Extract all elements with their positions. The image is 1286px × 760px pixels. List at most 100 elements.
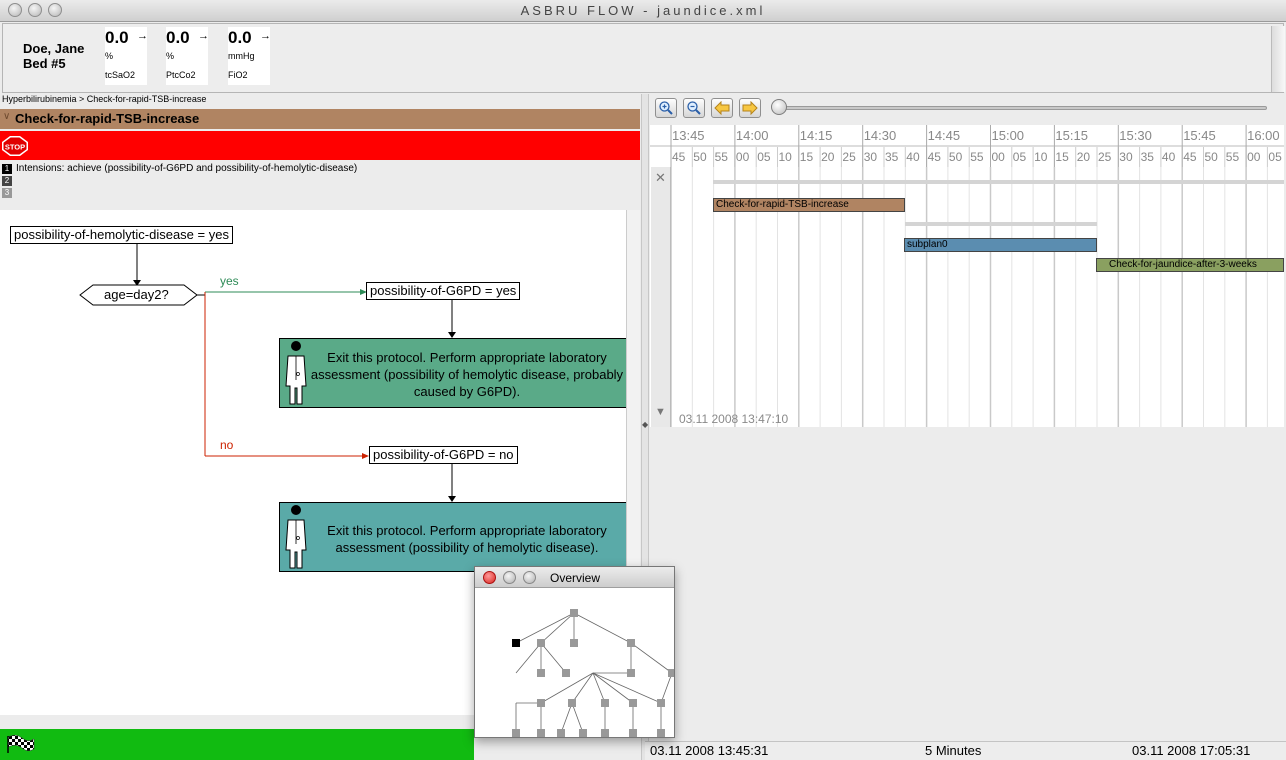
step-badge-1[interactable]: 1 (2, 164, 12, 174)
timeline-minute-label: 05 (1268, 150, 1282, 164)
header-scrollbar[interactable] (1271, 26, 1285, 92)
divider-grip-icon[interactable]: ◆ (642, 420, 648, 429)
start-condition[interactable]: possibility-of-hemolytic-disease = yes (10, 226, 233, 244)
timeline-minute-label: 50 (693, 150, 707, 164)
stop-bar (0, 131, 640, 160)
zoom-out-icon (687, 101, 701, 115)
zoom-out-button[interactable] (683, 98, 705, 118)
overview-close-button[interactable] (483, 571, 496, 584)
vital-value: 0.0 (166, 28, 190, 47)
close-icon[interactable]: ✕ (655, 170, 666, 186)
time-slider-knob[interactable] (771, 99, 787, 115)
no-condition[interactable]: possibility-of-G6PD = no (369, 446, 518, 464)
timeline-minute-label: 40 (906, 150, 920, 164)
timeline-minute-label: 45 (672, 150, 686, 164)
status-end-time: 03.11 2008 17:05:31 (1132, 743, 1251, 758)
no-action-node[interactable]: Exit this protocol. Perform appropriate … (279, 502, 627, 572)
timeline-hour-label: 14:15 (800, 128, 833, 143)
breadcrumb[interactable]: Hyperbilirubinemia > Check-for-rapid-TSB… (2, 94, 206, 104)
collapse-toggle-icon[interactable]: ∨ (3, 111, 10, 122)
stop-sign-icon[interactable]: STOP (2, 136, 28, 156)
timeline-minute-label: 55 (715, 150, 729, 164)
vital-name: tcSaO2 (105, 70, 136, 80)
finish-bar (0, 729, 474, 760)
patient-info: Doe, Jane Bed #5 (23, 41, 84, 71)
overview-title: Overview (550, 571, 601, 585)
timeline-hour-label: 15:30 (1119, 128, 1152, 143)
vital-value: 0.0 (228, 28, 252, 47)
forward-button[interactable] (739, 98, 761, 118)
vital-unit: % (166, 51, 175, 61)
overview-minimize-button[interactable] (503, 571, 516, 584)
timeline-hour-label: 15:45 (1183, 128, 1216, 143)
timeline-scrollbar[interactable] (651, 167, 671, 427)
timeline-minute-label: 35 (1141, 150, 1155, 164)
timeline-empty-area (650, 427, 1284, 742)
plan-title: Check-for-rapid-TSB-increase (15, 111, 200, 126)
timeline-minute-label: 05 (1013, 150, 1027, 164)
vital-unit: % (105, 51, 114, 61)
yes-action-node[interactable]: Exit this protocol. Perform appropriate … (279, 338, 627, 408)
physician-icon (285, 505, 307, 569)
timeline-bar-subplan0[interactable]: subplan0 (904, 238, 1097, 252)
timeline-minute-label: 05 (757, 150, 771, 164)
patient-name: Doe, Jane (23, 41, 85, 56)
timeline-minute-label: 00 (736, 150, 750, 164)
timeline-minute-label: 25 (842, 150, 856, 164)
vital-ptcco2: 0.0 → % PtcCo2 (166, 27, 209, 85)
decision-label: age=day2? (104, 287, 169, 302)
timeline-minute-label: 55 (970, 150, 984, 164)
no-branch-label: no (220, 438, 234, 452)
timeline-minute-label: 30 (864, 150, 878, 164)
overview-window[interactable]: Overview (474, 566, 675, 738)
trend-arrow-icon: → (198, 30, 209, 42)
overview-titlebar[interactable]: Overview (475, 567, 674, 588)
vital-name: PtcCo2 (166, 70, 196, 80)
vital-fio2: 0.0 → mmHg FiO2 (228, 27, 271, 85)
arrow-left-icon (714, 100, 730, 116)
step-badge-2[interactable]: 2 (2, 176, 12, 186)
time-slider-track[interactable] (772, 106, 1267, 110)
window-title: ASBRU FLOW - jaundice.xml (520, 3, 766, 18)
patient-bed: Bed #5 (23, 56, 66, 71)
vital-value: 0.0 (105, 28, 129, 47)
timeline-minute-label: 40 (1162, 150, 1176, 164)
timeline-minute-label: 55 (1226, 150, 1240, 164)
trend-arrow-icon: → (260, 30, 271, 42)
timeline-minute-label: 20 (821, 150, 835, 164)
arrow-right-icon (742, 100, 758, 116)
timeline-minute-label: 20 (1077, 150, 1091, 164)
timeline-ruler: 45 50 55 00 05 10 15 20 25 30 35 40 45 50 55 00 05 10 15 20… (650, 125, 1284, 167)
timeline-bar-check-rapid-tsb[interactable]: Check-for-rapid-TSB-increase (713, 198, 905, 212)
scroll-down-icon[interactable]: ▼ (655, 406, 666, 418)
timeline-plan-bracket (713, 180, 1284, 184)
timeline-timestamp: 03.11 2008 13:47:10 (679, 412, 789, 426)
back-button[interactable] (711, 98, 733, 118)
yes-branch-label: yes (220, 274, 239, 288)
zoom-in-button[interactable] (655, 98, 677, 118)
timeline-bar-check-jaundice[interactable]: Check-for-jaundice-after-3-weeks (1096, 258, 1284, 272)
timeline-hour-label: 13:45 (672, 128, 705, 143)
timeline-minute-label: 15 (1055, 150, 1069, 164)
step-badge-3[interactable]: 3 (2, 188, 12, 198)
timeline-minute-label: 35 (885, 150, 899, 164)
vital-unit: mmHg (228, 51, 255, 61)
timeline-plan-bracket (905, 222, 1097, 226)
timeline-minute-label: 00 (1247, 150, 1261, 164)
no-action-text: Exit this protocol. Perform appropriate … (327, 523, 607, 555)
timeline-minute-label: 30 (1119, 150, 1133, 164)
checkered-flag-icon[interactable] (6, 733, 36, 753)
overview-tree-map[interactable] (475, 589, 674, 737)
timeline-header: 45 50 55 00 05 10 15 20 25 30 35 40 45 50 55 00 05 10 15 20… (650, 125, 1284, 167)
timeline-minute-label: 50 (949, 150, 963, 164)
timeline-hour-label: 15:15 (1055, 128, 1088, 143)
timeline-hour-label: 16:00 (1247, 128, 1280, 143)
timeline-minute-label: 50 (1205, 150, 1219, 164)
timeline-minute-label: 10 (779, 150, 793, 164)
timeline-hour-label: 14:45 (928, 128, 961, 143)
yes-condition[interactable]: possibility-of-G6PD = yes (366, 282, 521, 300)
timeline-minute-label: 00 (992, 150, 1006, 164)
overview-zoom-button[interactable] (523, 571, 536, 584)
status-start-time: 03.11 2008 13:45:31 (650, 743, 769, 758)
timeline-hour-label: 14:30 (864, 128, 897, 143)
